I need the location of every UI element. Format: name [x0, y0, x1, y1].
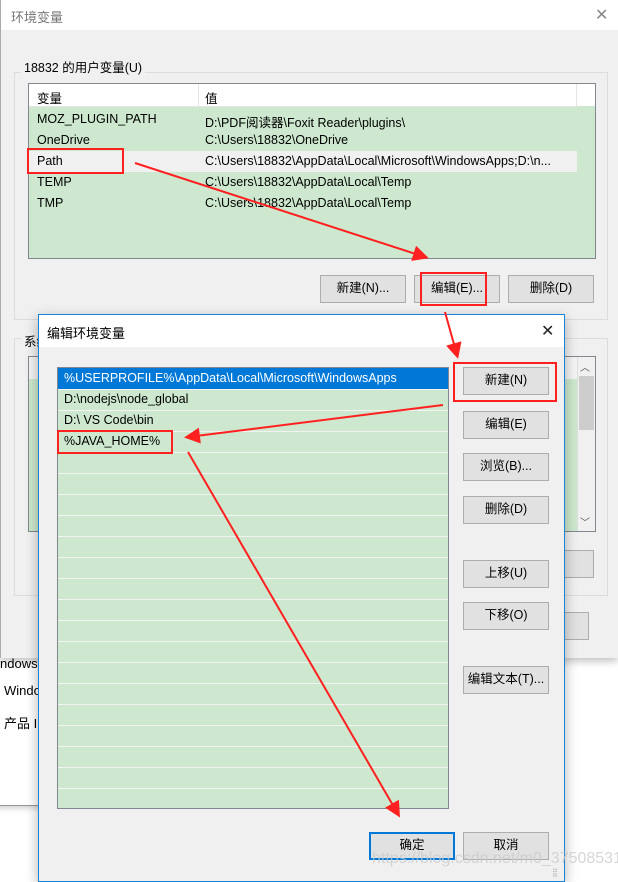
title-bar: 编辑环境变量 ✕ [39, 315, 564, 347]
empty-row[interactable] [58, 452, 448, 474]
variable-value: D:\PDF阅读器\Foxit Reader\plugins\ [205, 116, 406, 130]
path-entry-text: D:\ VS Code\bin [64, 413, 154, 427]
table-row[interactable]: MOZ_PLUGIN_PATH D:\PDF阅读器\Foxit Reader\p… [29, 109, 577, 130]
empty-row[interactable] [58, 599, 448, 621]
annotation-highlight-edit [420, 272, 487, 306]
annotation-highlight-java-home [57, 430, 173, 454]
delete-entry-button[interactable]: 删除(D) [463, 496, 549, 524]
empty-row[interactable] [58, 662, 448, 684]
column-divider [198, 84, 199, 106]
new-user-variable-button[interactable]: 新建(N)... [320, 275, 406, 303]
variable-name: OneDrive [37, 133, 90, 147]
close-icon[interactable]: ✕ [595, 5, 608, 25]
move-down-button[interactable]: 下移(O) [463, 602, 549, 630]
dialog-title: 编辑环境变量 [47, 326, 126, 341]
scroll-up-icon[interactable]: ︿ [580, 359, 590, 374]
empty-row[interactable] [58, 515, 448, 537]
path-entry[interactable]: D:\nodejs\node_global [58, 389, 448, 411]
table-row[interactable]: TEMP C:\Users\18832\AppData\Local\Temp [29, 172, 577, 193]
edit-entry-button[interactable]: 编辑(E) [463, 411, 549, 439]
user-variables-label: 18832 的用户变量(U) [21, 57, 146, 76]
scrollbar[interactable]: ︿ ﹀ [577, 357, 595, 531]
background-text: ndows [0, 656, 38, 671]
title-bar: 环境变量 ✕ [1, 0, 618, 30]
empty-row[interactable] [58, 473, 448, 495]
header-spacer [576, 84, 595, 106]
empty-row[interactable] [58, 620, 448, 642]
path-entry-text: %USERPROFILE%\AppData\Local\Microsoft\Wi… [64, 371, 397, 385]
background-text: 产品 I [4, 716, 38, 731]
annotation-highlight-path [27, 148, 124, 174]
edit-text-button[interactable]: 编辑文本(T)... [463, 666, 549, 694]
variable-value: C:\Users\18832\AppData\Local\Microsoft\W… [205, 154, 551, 168]
empty-row[interactable] [58, 725, 448, 747]
empty-row[interactable] [58, 767, 448, 789]
empty-row[interactable] [58, 494, 448, 516]
dialog-title: 环境变量 [11, 10, 64, 25]
browse-button[interactable]: 浏览(B)... [463, 453, 549, 481]
variable-name: TMP [37, 196, 64, 210]
move-up-button[interactable]: 上移(U) [463, 560, 549, 588]
column-header-variable[interactable]: 变量 [37, 88, 62, 107]
empty-row[interactable] [58, 641, 448, 663]
watermark: https://blog.csdn.net/m0_37508531 [372, 850, 618, 867]
scrollbar-thumb[interactable] [579, 376, 594, 430]
path-entry-text: D:\nodejs\node_global [64, 392, 189, 406]
variable-value: C:\Users\18832\AppData\Local\Temp [205, 196, 412, 210]
table-row[interactable]: TMP C:\Users\18832\AppData\Local\Temp [29, 193, 577, 214]
delete-user-variable-button[interactable]: 删除(D) [508, 275, 594, 303]
close-icon[interactable]: ✕ [541, 321, 554, 341]
variable-value: C:\Users\18832\AppData\Local\Temp [205, 175, 412, 189]
empty-row[interactable] [58, 536, 448, 558]
path-entry-selected[interactable]: %USERPROFILE%\AppData\Local\Microsoft\Wi… [58, 368, 448, 390]
empty-row[interactable] [58, 788, 448, 808]
variable-name: MOZ_PLUGIN_PATH [37, 112, 157, 126]
variable-name: TEMP [37, 175, 72, 189]
annotation-highlight-new [453, 362, 557, 402]
empty-row[interactable] [58, 683, 448, 705]
path-entry[interactable]: D:\ VS Code\bin [58, 410, 448, 432]
list-header: 变量 值 [29, 84, 577, 107]
empty-row[interactable] [58, 746, 448, 768]
variable-value: C:\Users\18832\OneDrive [205, 133, 349, 147]
scroll-down-icon[interactable]: ﹀ [580, 514, 590, 529]
column-header-value[interactable]: 值 [205, 88, 218, 107]
empty-row[interactable] [58, 704, 448, 726]
background-text: Windo [4, 683, 41, 698]
empty-row[interactable] [58, 578, 448, 600]
empty-row[interactable] [58, 557, 448, 579]
resize-grip-icon[interactable]: ⣿ [552, 868, 558, 877]
